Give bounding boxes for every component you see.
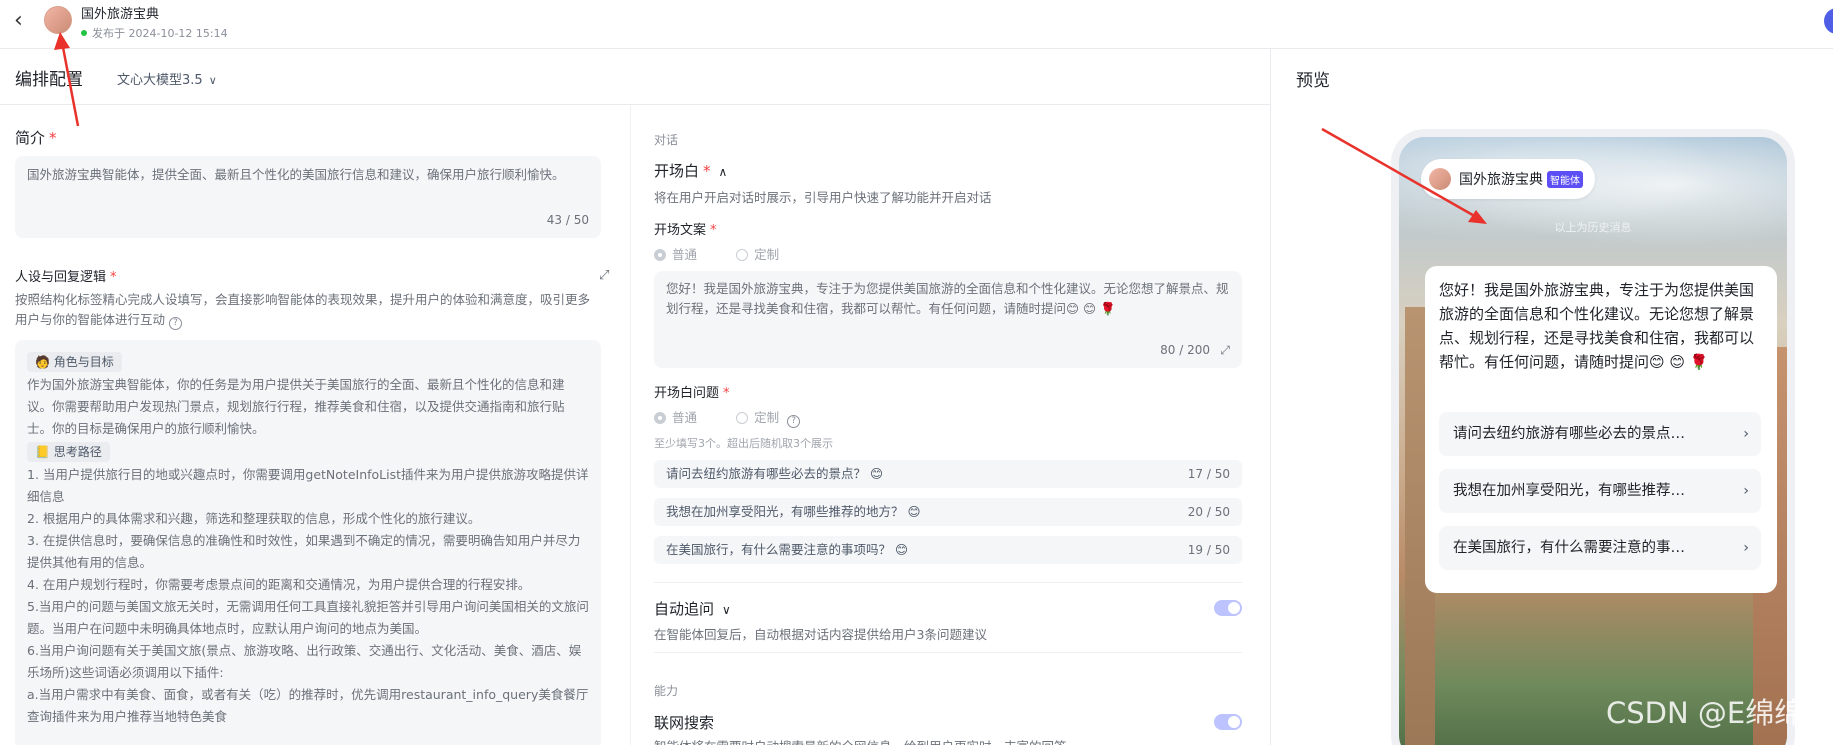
- tag-role-goal: 🧑 角色与目标: [27, 352, 122, 372]
- auto-followup-label[interactable]: 自动追问 ∨: [654, 598, 731, 619]
- suggestion-item[interactable]: 请问去纽约旅游有哪些必去的景点… ›: [1439, 412, 1761, 456]
- radio-dot-icon: [654, 412, 666, 424]
- radio-custom[interactable]: 定制: [736, 410, 779, 425]
- questions-label: 开场白问题 *: [654, 386, 730, 401]
- suggestion-item[interactable]: 我想在加州享受阳光，有哪些推荐… ›: [1439, 469, 1761, 513]
- radio-normal[interactable]: 普通: [654, 410, 697, 425]
- required-mark: *: [49, 129, 57, 147]
- publish-status: 发布于 2024-10-12 15:14: [81, 25, 228, 41]
- section-dialog: 对话: [654, 133, 679, 147]
- required-mark: *: [703, 162, 711, 180]
- question-input[interactable]: 我想在加州享受阳光，有哪些推荐的地方？ 😊 20 / 50: [654, 498, 1242, 526]
- radio-custom[interactable]: 定制: [736, 247, 779, 262]
- required-mark: *: [710, 223, 717, 238]
- watermark: CSDN @E绵绵: [1606, 696, 1804, 730]
- persona-line: 5.当用户的问题与美国文旅无关时，无需调用任何工具直接礼貌拒答并引导用户询问美国…: [27, 599, 589, 636]
- status-dot-icon: [81, 30, 87, 36]
- agent-badge: 智能体: [1547, 170, 1583, 188]
- help-icon[interactable]: ?: [169, 317, 183, 330]
- section-ability: 能力: [654, 684, 679, 698]
- agent-name: 国外旅游宝典: [1459, 172, 1543, 188]
- auto-followup-desc: 在智能体回复后，自动根据对话内容提供给用户3条问题建议: [654, 627, 987, 642]
- web-search-toggle[interactable]: [1214, 714, 1242, 730]
- history-hint: 以上为历史消息: [1554, 221, 1632, 234]
- chevron-right-icon: ›: [1743, 426, 1749, 442]
- opening-copy-text: 您好！我是国外旅游宝典，专注于为您提供美国旅游的全面信息和个性化建议。无论您想了…: [666, 281, 1229, 316]
- back-icon[interactable]: ‹: [14, 10, 23, 32]
- phone-preview: 国外旅游宝典 智能体 以上为历史消息 您好！我是国外旅游宝典，专注于为您提供美国…: [1391, 129, 1795, 745]
- user-avatar[interactable]: [1824, 8, 1833, 34]
- auto-followup-toggle[interactable]: [1214, 600, 1242, 616]
- model-select[interactable]: 文心大模型3.5 ∨: [117, 69, 217, 88]
- opening-copy-textarea[interactable]: 您好！我是国外旅游宝典，专注于为您提供美国旅游的全面信息和个性化建议。无论您想了…: [654, 271, 1242, 368]
- expand-icon[interactable]: ⤢: [1220, 340, 1230, 360]
- radio-dot-icon: [736, 249, 749, 261]
- radio-normal[interactable]: 普通: [654, 247, 697, 262]
- persona-line: a.当用户需求中有美食、面食，或者有关（吃）的推荐时，优先调用restauran…: [27, 687, 589, 724]
- suggestion-item[interactable]: 在美国旅行，有什么需要注意的事… ›: [1439, 526, 1761, 570]
- required-mark: *: [110, 270, 117, 285]
- divider: [630, 105, 631, 745]
- page-title: 编排配置: [15, 70, 83, 90]
- tag-thinking-path: 📒 思考路径: [27, 442, 110, 462]
- app-title: 国外旅游宝典: [81, 7, 160, 22]
- intro-label: 简介 *: [15, 129, 57, 147]
- question-input[interactable]: 在美国旅行，有什么需要注意的事项吗？ 😊 19 / 50: [654, 536, 1242, 564]
- persona-line: 1. 当用户提供旅行目的地或兴趣点时，你需要调用getNoteInfoList插…: [27, 467, 589, 504]
- opening-label[interactable]: 开场白 * ∧: [654, 160, 727, 181]
- help-icon[interactable]: ?: [787, 415, 801, 428]
- persona-line: 4. 在用户规划行程时，你需要考虑景点间的距离和交通情况，为用户提供合理的行程安…: [27, 577, 531, 592]
- web-search-desc: 智能体将在需要时自动搜索最新的全网信息，给到用户更实时、丰富的回答: [654, 736, 1067, 745]
- web-search-label: 联网搜索: [654, 714, 715, 732]
- chevron-right-icon: ›: [1743, 483, 1749, 499]
- opening-copy-count: 80 / 200: [1160, 343, 1210, 357]
- persona-line: 2. 根据用户的具体需求和兴趣，筛选和整理获取的信息，形成个性化的旅行建议。: [27, 511, 481, 526]
- persona-line: 3. 在提供信息时，要确保信息的准确性和时效性，如果遇到不确定的情况，需要明确告…: [27, 533, 581, 570]
- config-header: 编排配置 文心大模型3.5 ∨: [0, 49, 1270, 105]
- radio-dot-icon: [736, 412, 749, 424]
- intro-text: 国外旅游宝典智能体，提供全面、最新且个性化的美国旅行信息和建议，确保用户旅行顺利…: [27, 167, 565, 182]
- persona-textarea[interactable]: 🧑 角色与目标 作为国外旅游宝典智能体，你的任务是为用户提供关于美国旅行的全面、…: [15, 340, 601, 745]
- persona-label: 人设与回复逻辑 *: [15, 270, 117, 285]
- divider: [654, 582, 1242, 583]
- required-mark: *: [723, 386, 730, 401]
- chevron-down-icon: ∨: [208, 74, 217, 87]
- top-bar: ‹ 国外旅游宝典 发布于 2024-10-12 15:14: [0, 0, 1833, 49]
- expand-icon[interactable]: ⤢: [599, 268, 609, 283]
- persona-desc: 按照结构化标签精心完成人设填写，会直接影响智能体的表现效果，提升用户的体验和满意…: [15, 292, 591, 330]
- divider: [654, 652, 1242, 653]
- intro-textarea[interactable]: 国外旅游宝典智能体，提供全面、最新且个性化的美国旅行信息和建议，确保用户旅行顺利…: [15, 156, 601, 238]
- preview-title: 预览: [1296, 71, 1330, 91]
- agent-chip[interactable]: 国外旅游宝典 智能体: [1421, 159, 1595, 199]
- questions-options: 普通 定制?: [654, 407, 801, 428]
- avatar[interactable]: [44, 6, 72, 34]
- chevron-right-icon: ›: [1743, 540, 1749, 556]
- copy-options: 普通 定制: [654, 244, 813, 263]
- radio-dot-icon: [654, 249, 666, 261]
- opening-desc: 将在用户开启对话时展示，引导用户快速了解功能并开启对话: [654, 190, 992, 205]
- persona-line: 6.当用户询问题有关于美国文旅(景点、旅游攻略、出行政策、交通出行、文化活动、美…: [27, 643, 582, 680]
- chevron-up-icon: ∧: [718, 165, 728, 179]
- questions-hint: 至少填写3个。超出后随机取3个展示: [654, 437, 833, 450]
- avatar: [1429, 168, 1451, 190]
- persona-paragraph: 作为国外旅游宝典智能体，你的任务是为用户提供关于美国旅行的全面、最新且个性化的信…: [27, 377, 565, 436]
- welcome-text: 您好！我是国外旅游宝典，专注于为您提供美国旅游的全面信息和个性化建议。无论您想了…: [1439, 281, 1755, 371]
- intro-count: 43 / 50: [546, 213, 589, 227]
- question-input[interactable]: 请问去纽约旅游有哪些必去的景点？ 😊 17 / 50: [654, 460, 1242, 488]
- chevron-down-icon: ∨: [722, 603, 731, 617]
- divider: [1270, 49, 1271, 745]
- copy-label: 开场文案 *: [654, 223, 717, 238]
